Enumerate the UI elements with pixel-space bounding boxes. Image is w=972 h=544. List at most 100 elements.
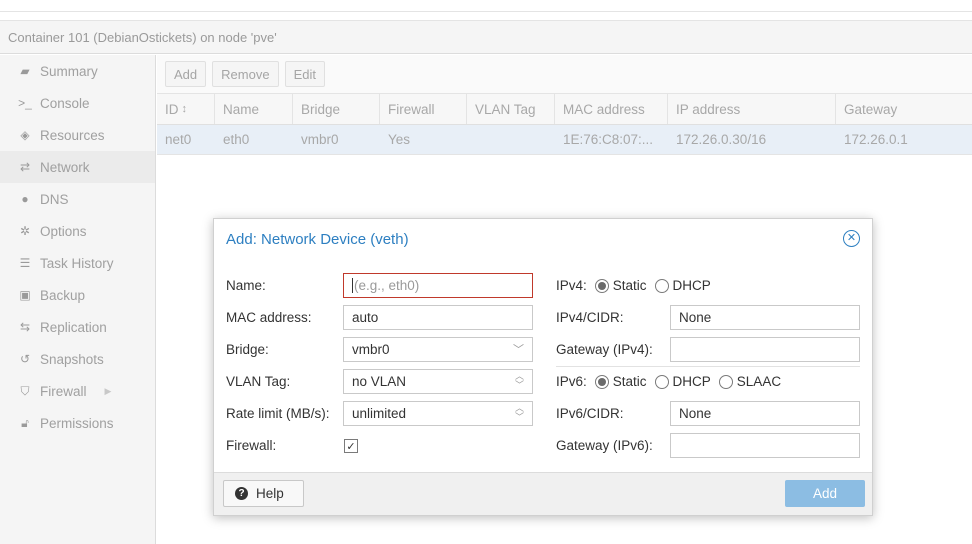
sidebar-item-snapshots[interactable]: ↺ Snapshots xyxy=(0,343,155,375)
sidebar-item-firewall[interactable]: ⛉ Firewall ▶ xyxy=(0,375,155,407)
column-name[interactable]: Name xyxy=(215,94,293,124)
sidebar-item-summary[interactable]: ▰ Summary xyxy=(0,55,155,87)
radio-empty-icon xyxy=(654,374,669,389)
firewall-label: Firewall: xyxy=(226,438,277,453)
gateway-ipv6-row: Gateway (IPv6): xyxy=(556,433,653,458)
column-bridge[interactable]: Bridge xyxy=(293,94,380,124)
ipv4-dhcp-radio[interactable]: DHCP xyxy=(654,278,711,293)
name-label: Name: xyxy=(226,278,266,293)
cell-bridge: vmbr0 xyxy=(301,132,339,147)
sidebar-item-label: Task History xyxy=(40,255,114,271)
bridge-label: Bridge: xyxy=(226,342,269,357)
name-input[interactable]: (e.g., eth0) xyxy=(343,273,533,298)
gateway-ipv6-input[interactable] xyxy=(670,433,860,458)
caret-right-icon: ▶ xyxy=(104,385,112,396)
floppy-icon: ▣ xyxy=(19,288,31,302)
section-divider xyxy=(556,366,860,367)
firewall-checkbox[interactable]: ✓ xyxy=(344,439,358,453)
radio-selected-icon xyxy=(594,374,609,389)
mac-address-input[interactable]: auto xyxy=(343,305,533,330)
spinner-icon[interactable]: ︿ ﹀ xyxy=(515,372,524,390)
add-network-device-dialog: Add: Network Device (veth) ✕ Name: (e.g.… xyxy=(213,218,873,516)
edit-button[interactable]: Edit xyxy=(284,61,325,87)
bridge-value: vmbr0 xyxy=(352,342,390,357)
dialog-title: Add: Network Device (veth) xyxy=(226,230,409,248)
sidebar-item-label: Options xyxy=(40,223,87,239)
panel-title: Container 101 (DebianOstickets) on node … xyxy=(0,20,972,54)
cube-icon: ◈ xyxy=(20,128,30,142)
ipv6-cidr-row: IPv6/CIDR: xyxy=(556,401,624,426)
sidebar-item-label: Replication xyxy=(40,319,107,335)
mac-row: MAC address: xyxy=(226,305,312,330)
radio-empty-icon xyxy=(718,374,733,389)
cell-firewall: Yes xyxy=(388,132,411,147)
cell-id: net0 xyxy=(165,132,192,147)
cell-name: eth0 xyxy=(223,132,250,147)
gateway-ipv6-label: Gateway (IPv6): xyxy=(556,438,653,453)
terminal-icon: >_ xyxy=(18,96,32,110)
name-row: Name: xyxy=(226,273,266,298)
rate-row: Rate limit (MB/s): xyxy=(226,401,330,426)
ipv6-slaac-radio[interactable]: SLAAC xyxy=(718,374,781,389)
ipv6-label: IPv6: xyxy=(556,374,587,389)
grid-header: ID ↕ Name Bridge Firewall VLAN Tag MAC ad… xyxy=(157,94,972,125)
dialog-title-bar: Add: Network Device (veth) ✕ xyxy=(214,219,872,259)
chevron-down-icon[interactable]: ﹀ xyxy=(513,341,524,357)
sidebar-item-network[interactable]: ⇄ Network xyxy=(0,151,155,183)
sidebar-item-console[interactable]: >_ Console xyxy=(0,87,155,119)
add-button[interactable]: Add xyxy=(165,61,207,87)
ipv6-cidr-label: IPv6/CIDR: xyxy=(556,406,624,421)
dialog-footer: ? Help Add xyxy=(214,472,872,515)
ipv4-mode-row: IPv4: Static DHCP xyxy=(556,273,711,298)
dialog-body: Name: (e.g., eth0) MAC address: auto Bri… xyxy=(214,259,872,475)
sidebar-item-backup[interactable]: ▣ Backup xyxy=(0,279,155,311)
ipv6-cidr-input[interactable]: None xyxy=(670,401,860,426)
sidebar-item-replication[interactable]: ⇆ Replication xyxy=(0,311,155,343)
mac-label: MAC address: xyxy=(226,310,312,325)
gateway-ipv4-row: Gateway (IPv4): xyxy=(556,337,653,362)
sort-icon: ↕ xyxy=(181,103,188,115)
close-icon[interactable]: ✕ xyxy=(843,230,860,247)
sidebar-item-task-history[interactable]: ☰ Task History xyxy=(0,247,155,279)
ipv6-static-radio[interactable]: Static xyxy=(594,374,647,389)
cell-gateway: 172.26.0.1 xyxy=(844,132,908,147)
remove-button[interactable]: Remove xyxy=(212,61,279,87)
sidebar-item-dns[interactable]: ● DNS xyxy=(0,183,155,215)
help-button[interactable]: ? Help xyxy=(223,480,304,507)
ipv6-dhcp-radio[interactable]: DHCP xyxy=(654,374,711,389)
column-mac-address[interactable]: MAC address xyxy=(555,94,668,124)
table-row[interactable]: net0 eth0 vmbr0 Yes 1E:76:C8:07:... 172.… xyxy=(157,125,972,155)
spinner-icon[interactable]: ︿ ﹀ xyxy=(515,404,524,422)
rate-label: Rate limit (MB/s): xyxy=(226,406,330,421)
vlan-value: no VLAN xyxy=(352,374,407,389)
check-icon: ✓ xyxy=(346,440,356,453)
sidebar-item-label: Console xyxy=(40,95,90,111)
rate-limit-stepper[interactable]: unlimited ︿ ﹀ xyxy=(343,401,533,426)
ipv4-label: IPv4: xyxy=(556,278,587,293)
ipv4-cidr-row: IPv4/CIDR: xyxy=(556,305,624,330)
book-icon: ▰ xyxy=(20,64,30,78)
bridge-row: Bridge: xyxy=(226,337,269,362)
vlan-tag-stepper[interactable]: no VLAN ︿ ﹀ xyxy=(343,369,533,394)
column-firewall[interactable]: Firewall xyxy=(380,94,467,124)
ipv4-static-radio[interactable]: Static xyxy=(594,278,647,293)
sidebar-item-permissions[interactable]: 🔓︎ Permissions xyxy=(0,407,155,439)
toolbar: Add Remove Edit xyxy=(157,55,972,94)
cell-vlan-tag xyxy=(467,125,555,154)
sidebar-item-options[interactable]: ✲ Options xyxy=(0,215,155,247)
bridge-select[interactable]: vmbr0 ﹀ xyxy=(343,337,533,362)
sidebar-item-resources[interactable]: ◈ Resources xyxy=(0,119,155,151)
column-gateway[interactable]: Gateway xyxy=(836,94,972,124)
top-bar xyxy=(0,0,972,12)
name-placeholder: (e.g., eth0) xyxy=(354,278,420,293)
dialog-add-button[interactable]: Add xyxy=(785,480,865,507)
question-circle-icon: ? xyxy=(235,487,248,500)
sidebar-item-label: Permissions xyxy=(40,415,114,431)
firewall-row: Firewall: xyxy=(226,433,276,458)
column-ip-address[interactable]: IP address xyxy=(668,94,836,124)
ipv4-cidr-input[interactable]: None xyxy=(670,305,860,330)
gateway-ipv4-input[interactable] xyxy=(670,337,860,362)
column-id[interactable]: ID ↕ xyxy=(157,94,215,124)
column-vlan-tag[interactable]: VLAN Tag xyxy=(467,94,555,124)
ipv4-cidr-label: IPv4/CIDR: xyxy=(556,310,624,325)
